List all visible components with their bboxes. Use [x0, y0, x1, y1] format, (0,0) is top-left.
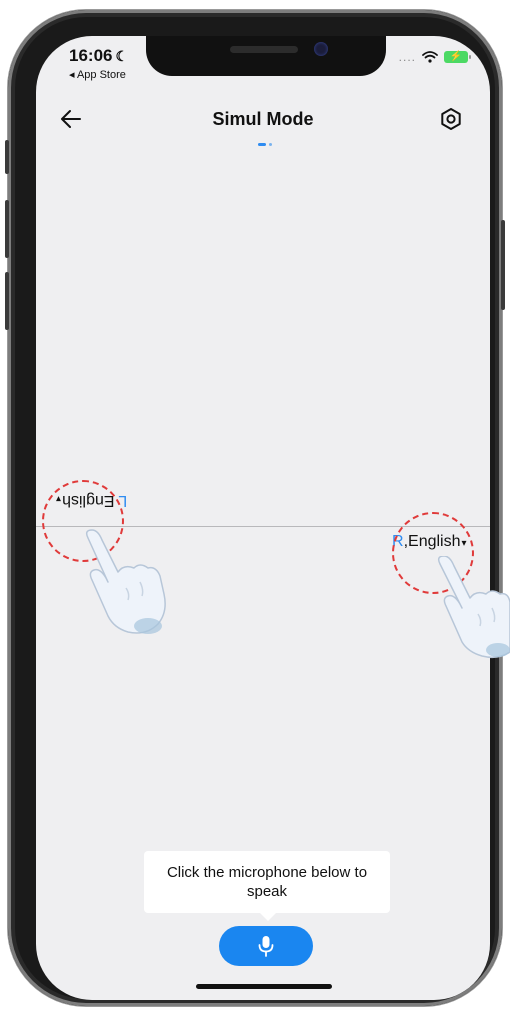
notch: [146, 36, 386, 76]
tooltip-arrow: [260, 913, 276, 921]
back-to-app-store-link[interactable]: ◂ App Store: [69, 68, 126, 81]
home-indicator: [196, 984, 332, 989]
tooltip: Click the microphone below to speak: [144, 851, 390, 913]
charging-bolt-icon: ⚡: [449, 51, 463, 62]
page-indicator: [258, 143, 272, 146]
status-time: 16:06 ☾: [69, 46, 129, 65]
silent-switch: [5, 140, 9, 174]
battery-icon: ⚡: [444, 51, 471, 63]
wifi-icon: [422, 51, 438, 63]
pointing-hand-icon: [437, 556, 510, 659]
microphone-button[interactable]: [219, 926, 313, 966]
page-dot-active: [258, 143, 266, 146]
microphone-icon: [258, 936, 274, 957]
page-dot-inactive: [269, 143, 272, 146]
speaker: [230, 46, 298, 53]
volume-up-button: [5, 200, 9, 258]
status-icons: .... ⚡: [398, 50, 471, 64]
moon-icon: ☾: [115, 48, 129, 64]
tooltip-text: Click the microphone below to speak: [166, 864, 368, 900]
gear-icon[interactable]: [438, 106, 464, 132]
volume-down-button: [5, 272, 9, 330]
pointing-hand-icon: [85, 529, 166, 634]
page-title: Simul Mode: [212, 109, 314, 129]
front-camera: [314, 42, 328, 56]
power-button: [501, 220, 505, 310]
signal-dots: ....: [398, 50, 416, 64]
